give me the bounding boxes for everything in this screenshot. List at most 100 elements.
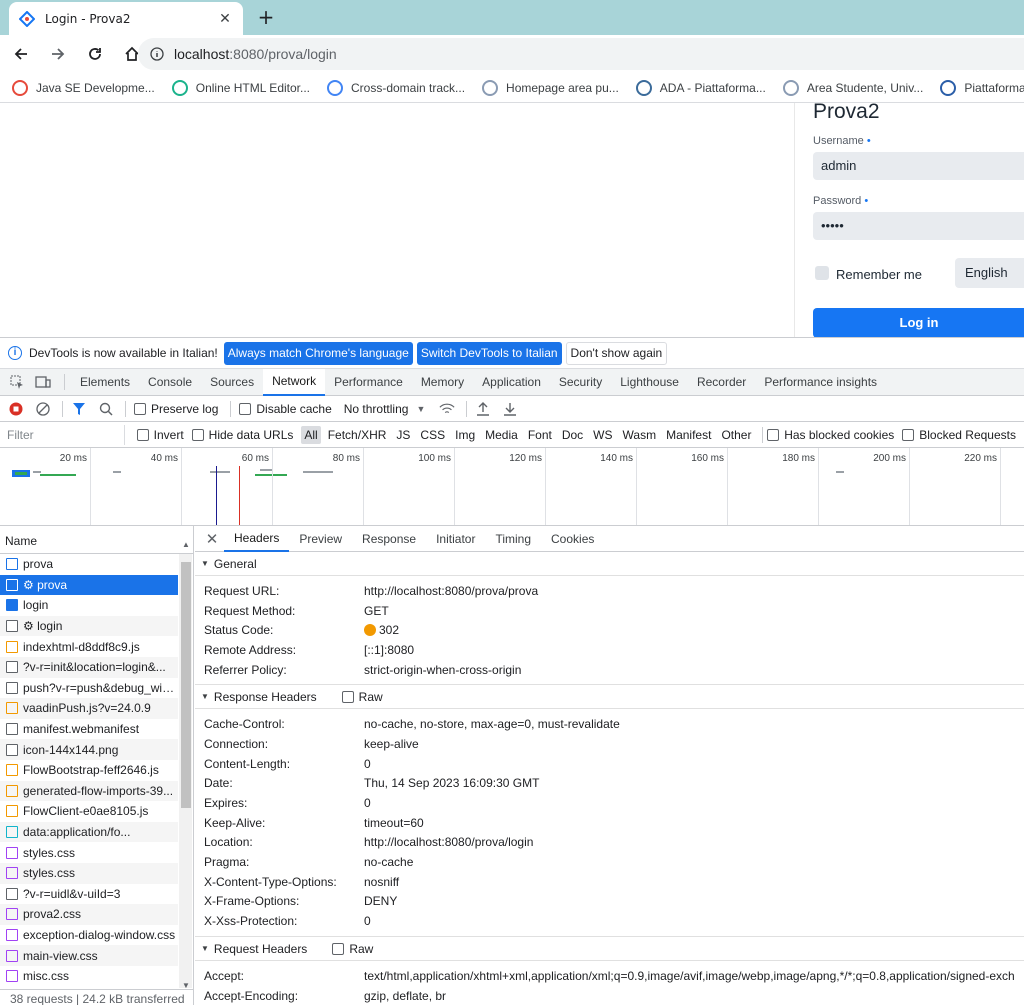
remember-me-checkbox[interactable] <box>815 266 829 280</box>
filter-input[interactable]: Filter <box>0 424 125 445</box>
bookmark-item[interactable]: Piattaforma CUBA... <box>940 79 1024 96</box>
request-row[interactable]: misc.css <box>0 966 178 987</box>
bookmark-item[interactable]: Java SE Developme... <box>12 79 155 96</box>
type-filter-media[interactable]: Media <box>482 426 521 444</box>
tab-elements[interactable]: Elements <box>71 369 139 396</box>
record-stop-icon[interactable] <box>8 401 24 417</box>
tab-performance[interactable]: Performance <box>325 369 412 396</box>
tab-performance-insights[interactable]: Performance insights <box>755 369 886 396</box>
tab-network[interactable]: Network <box>263 368 326 396</box>
request-row[interactable]: vaadinPush.js?v=24.0.9 <box>0 698 178 719</box>
general-section-header[interactable]: ▼ General <box>195 552 1024 576</box>
request-row[interactable]: ⚙ prova <box>0 574 178 596</box>
header-value[interactable]: no-cache, no-store, max-age=0, must-reva… <box>364 717 620 731</box>
request-row[interactable]: main-view.css <box>0 945 178 966</box>
invert-checkbox[interactable] <box>136 428 149 441</box>
request-row[interactable]: data:application/fo... <box>0 821 178 843</box>
tab-application[interactable]: Application <box>473 369 550 396</box>
disable-cache-checkbox[interactable] <box>239 402 252 415</box>
request-row[interactable]: icon-144x144.png <box>0 739 178 760</box>
header-value[interactable]: Thu, 14 Sep 2023 16:09:30 GMT <box>364 776 539 790</box>
header-value[interactable]: text/html,application/xhtml+xml,applicat… <box>364 969 1015 983</box>
requests-scrollbar[interactable]: ▲ ▼ <box>179 540 192 990</box>
tab-close-icon[interactable]: ✕ <box>217 11 233 27</box>
detail-tab-timing[interactable]: Timing <box>485 526 541 552</box>
request-row[interactable]: login <box>0 595 178 616</box>
request-row[interactable]: indexhtml-d8ddf8c9.js <box>0 636 178 657</box>
bookmark-item[interactable]: ADA - Piattaforma... <box>635 79 766 96</box>
header-value[interactable]: 0 <box>364 914 371 928</box>
blocked-requests-checkbox[interactable] <box>902 428 915 441</box>
header-value[interactable]: 0 <box>364 757 371 771</box>
type-filter-doc[interactable]: Doc <box>559 426 586 444</box>
type-filter-font[interactable]: Font <box>525 426 555 444</box>
request-row[interactable]: prova2.css <box>0 904 178 925</box>
detail-tab-response[interactable]: Response <box>352 526 426 552</box>
password-field[interactable]: ••••• <box>813 212 1024 240</box>
tab-lighthouse[interactable]: Lighthouse <box>611 369 688 396</box>
tab-security[interactable]: Security <box>550 369 611 396</box>
request-headers-section-header[interactable]: ▼ Request Headers Raw <box>195 937 1024 961</box>
type-filter-img[interactable]: Img <box>452 426 478 444</box>
bookmark-item[interactable]: Homepage area pu... <box>482 79 619 96</box>
bookmark-item[interactable]: Area Studente, Univ... <box>782 79 923 96</box>
search-icon[interactable] <box>98 401 114 417</box>
filter-icon[interactable] <box>71 401 87 417</box>
detail-tab-preview[interactable]: Preview <box>289 526 352 552</box>
request-row[interactable]: FlowClient-e0ae8105.js <box>0 801 178 822</box>
header-value[interactable]: http://localhost:8080/prova/login <box>364 835 533 849</box>
detail-tab-headers[interactable]: Headers <box>224 526 290 552</box>
header-value[interactable]: DENY <box>364 894 397 908</box>
address-bar[interactable]: localhost:8080/prova/login <box>138 38 1024 70</box>
raw-checkbox[interactable] <box>341 690 354 703</box>
preserve-log-checkbox[interactable] <box>134 402 146 415</box>
dont-show-again-button[interactable]: Don't show again <box>565 341 668 365</box>
export-har-icon[interactable] <box>502 401 518 417</box>
type-filter-wasm[interactable]: Wasm <box>620 426 660 444</box>
request-row[interactable]: manifest.webmanifest <box>0 719 178 740</box>
type-filter-all[interactable]: All <box>301 425 321 444</box>
back-icon[interactable] <box>5 38 37 70</box>
import-har-icon[interactable] <box>475 401 491 417</box>
hide-data-urls-checkbox[interactable] <box>191 428 204 441</box>
blocked-cookies-checkbox[interactable] <box>767 428 780 441</box>
match-language-button[interactable]: Always match Chrome's language <box>223 341 413 365</box>
tab-console[interactable]: Console <box>139 369 201 396</box>
forward-icon[interactable] <box>42 38 74 70</box>
language-select[interactable]: English <box>955 258 1024 288</box>
header-value[interactable]: keep-alive <box>364 737 419 751</box>
login-button[interactable]: Log in <box>813 308 1024 337</box>
throttling-select[interactable]: No throttling <box>344 402 409 416</box>
header-value[interactable]: no-cache <box>364 855 413 869</box>
request-row[interactable]: FlowBootstrap-feff2646.js <box>0 760 178 781</box>
header-value[interactable]: nosniff <box>364 875 399 889</box>
bookmark-item[interactable]: Cross-domain track... <box>327 79 465 96</box>
header-value[interactable]: timeout=60 <box>364 816 424 830</box>
header-value[interactable]: 0 <box>364 796 371 810</box>
request-row[interactable]: ⚙ login <box>0 615 178 637</box>
type-filter-css[interactable]: CSS <box>417 426 448 444</box>
tab-memory[interactable]: Memory <box>412 369 473 396</box>
header-value[interactable]: [::1]:8080 <box>364 643 414 657</box>
tab-recorder[interactable]: Recorder <box>688 369 755 396</box>
close-details-icon[interactable]: ✕ <box>200 530 224 548</box>
site-info-icon[interactable] <box>150 47 164 61</box>
detail-tab-cookies[interactable]: Cookies <box>541 526 604 552</box>
name-column-header[interactable]: Name <box>0 526 193 554</box>
request-row[interactable]: styles.css <box>0 862 178 884</box>
reload-icon[interactable] <box>79 38 111 70</box>
request-row[interactable]: exception-dialog-window.css <box>0 925 178 946</box>
header-value[interactable]: http://localhost:8080/prova/prova <box>364 584 538 598</box>
type-filter-js[interactable]: JS <box>393 426 413 444</box>
bookmark-item[interactable]: Online HTML Editor... <box>171 79 310 96</box>
clear-icon[interactable] <box>35 401 51 417</box>
network-overview[interactable]: 20 ms 40 ms 60 ms 80 ms 100 ms 120 ms 140 ms 16… <box>0 448 1024 526</box>
switch-language-button[interactable]: Switch DevTools to Italian <box>416 341 562 365</box>
detail-tab-initiator[interactable]: Initiator <box>426 526 485 552</box>
request-row[interactable]: generated-flow-imports-39... <box>0 780 178 802</box>
network-conditions-icon[interactable] <box>439 401 455 417</box>
scrollbar-thumb[interactable] <box>181 562 191 808</box>
header-value[interactable]: strict-origin-when-cross-origin <box>364 663 521 677</box>
raw-checkbox[interactable] <box>332 942 345 955</box>
header-value[interactable]: GET <box>364 604 389 618</box>
